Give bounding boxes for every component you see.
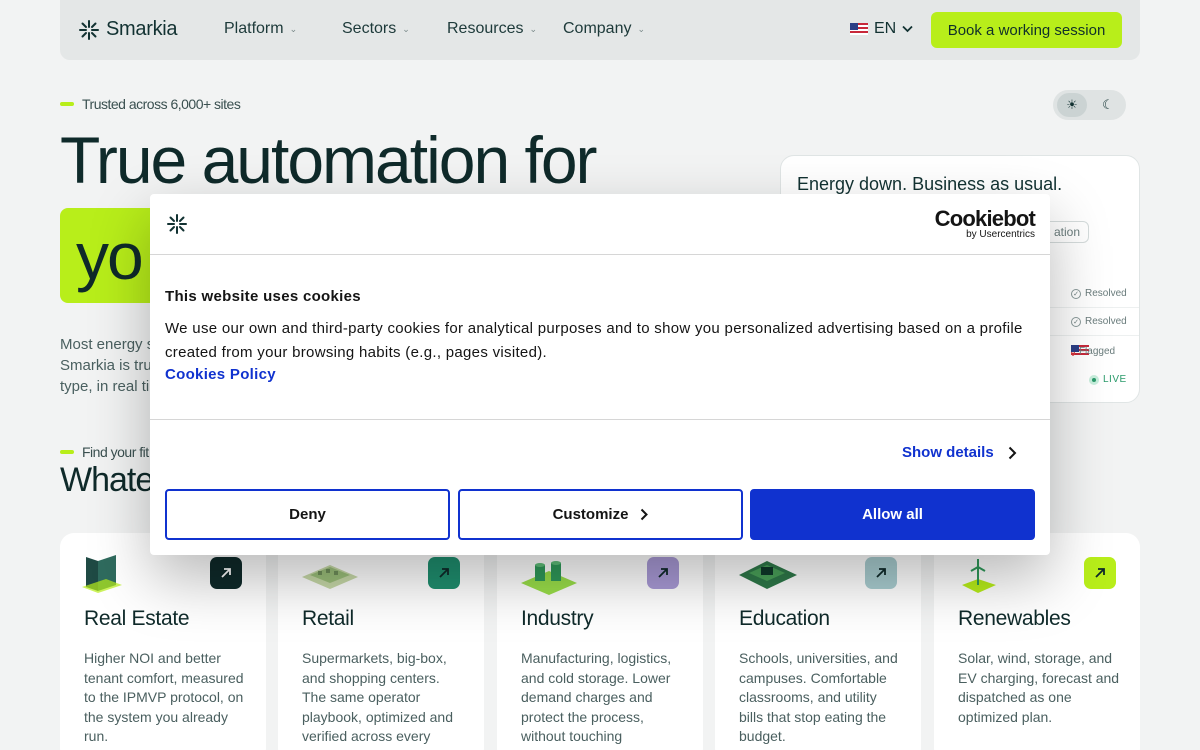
cookie-dialog-header: Cookiebot by Usercentrics <box>150 194 1050 255</box>
cookiebot-subtitle: by Usercentrics <box>966 229 1035 240</box>
site-logo-icon <box>167 214 187 234</box>
chevron-right-icon <box>1008 446 1017 459</box>
customize-button[interactable]: Customize <box>458 489 743 540</box>
cookies-policy-link[interactable]: Cookies Policy <box>165 366 276 383</box>
cookie-dialog: Cookiebot by Usercentrics This website u… <box>150 194 1050 555</box>
cookie-overlay: Cookiebot by Usercentrics This website u… <box>0 0 1200 750</box>
deny-button[interactable]: Deny <box>165 489 450 540</box>
cookiebot-wordmark: Cookiebot <box>934 206 1036 231</box>
customize-label: Customize <box>552 506 629 523</box>
show-details-label: Show details <box>902 444 994 461</box>
allow-all-button[interactable]: Allow all <box>750 489 1035 540</box>
cookie-dialog-title: This website uses cookies <box>165 288 361 305</box>
cookiebot-logo[interactable]: Cookiebot by Usercentrics <box>934 206 1036 240</box>
show-details-link[interactable]: Show details <box>902 444 1017 461</box>
chevron-right-icon <box>641 508 649 521</box>
cookie-dialog-body: We use our own and third-party cookies f… <box>165 320 1023 361</box>
divider <box>150 419 1050 420</box>
